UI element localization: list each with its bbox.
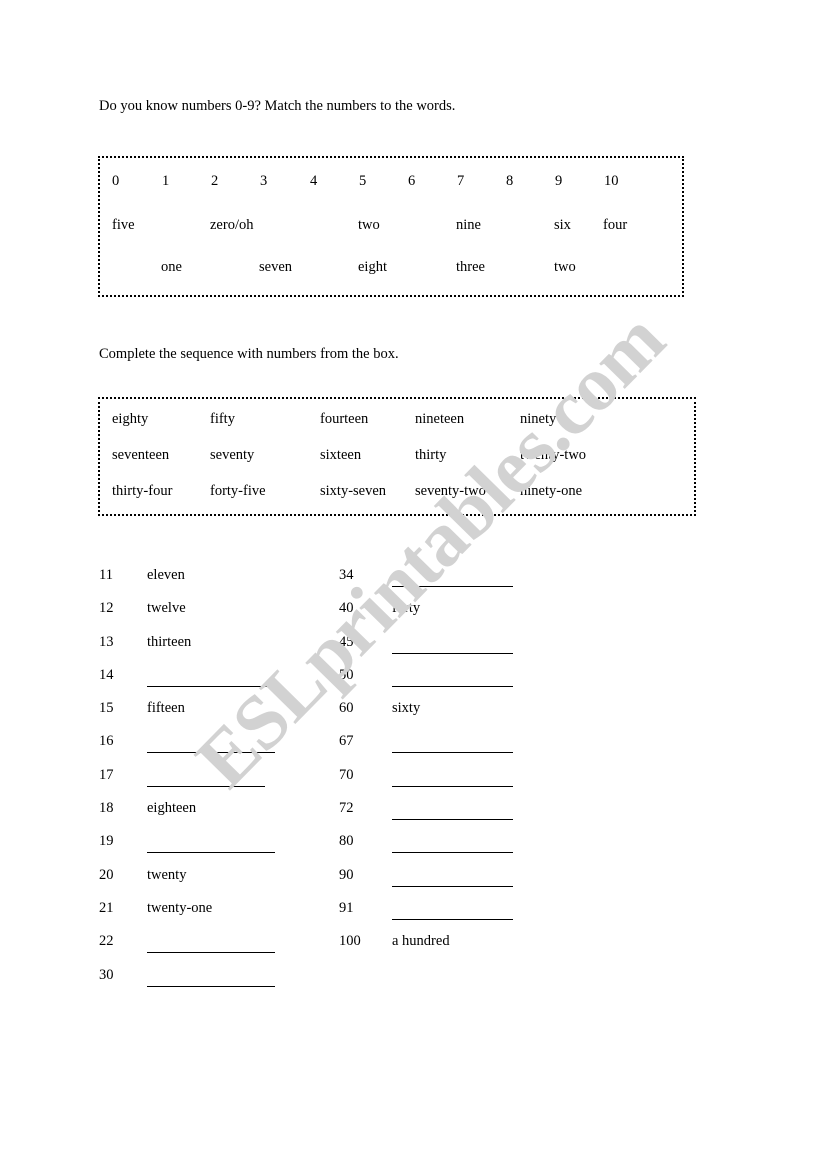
answer-blank[interactable] — [392, 586, 513, 587]
word-bank-item: seventy-two — [415, 483, 486, 499]
answer-blank[interactable] — [392, 785, 513, 787]
answer-blank[interactable] — [392, 652, 513, 654]
answer-blank[interactable] — [392, 685, 513, 687]
answer-blank[interactable] — [147, 952, 275, 954]
digit-3: 3 — [260, 173, 268, 189]
sequence-number: 15 — [99, 700, 114, 717]
sequence-number: 80 — [339, 833, 354, 850]
sequence-number: 100 — [339, 933, 361, 950]
word-zero-oh: zero/oh — [210, 217, 254, 233]
word-bank-item: fifty — [210, 411, 235, 427]
word-bank-item: forty-five — [210, 483, 266, 499]
answer-blank[interactable] — [392, 885, 513, 887]
word-bank-row: thirty-four forty-five sixty-seven seven… — [112, 483, 686, 500]
word-bank-box: eighty fifty fourteen nineteen ninety se… — [98, 397, 696, 516]
answer-blank[interactable] — [392, 752, 513, 754]
answer-blank[interactable] — [392, 918, 513, 920]
word-six: six — [554, 217, 571, 233]
word-four: four — [603, 217, 628, 233]
word-five: five — [112, 217, 135, 233]
sequence-number: 67 — [339, 733, 354, 750]
word-two-b: two — [554, 259, 576, 275]
sequence-number: 14 — [99, 666, 114, 683]
answer-blank[interactable] — [392, 852, 513, 854]
sequence-number: 45 — [339, 633, 354, 650]
digit-8: 8 — [506, 173, 514, 189]
word-bank-item: nineteen — [415, 411, 465, 427]
digit-5: 5 — [359, 173, 367, 189]
sequence-number: 40 — [339, 600, 354, 617]
sequence-number: 17 — [99, 766, 114, 783]
word-bank-item: seventy — [210, 447, 255, 463]
word-bank-row: seventeen seventy sixteen thirty twenty-… — [112, 447, 686, 464]
answer-blank[interactable] — [147, 752, 275, 754]
word-bank-item: ninety — [520, 411, 557, 427]
word-bank-item: ninety-one — [520, 483, 583, 499]
digit-9: 9 — [555, 173, 563, 189]
digit-7: 7 — [457, 173, 465, 189]
sequence-number: 12 — [99, 600, 114, 617]
word-bank-row: eighty fifty fourteen nineteen ninety — [112, 411, 686, 428]
word-bank-item: sixteen — [320, 447, 362, 463]
word-nine: nine — [456, 217, 481, 233]
answer-blank[interactable] — [147, 852, 275, 854]
word-bank-item: thirty — [415, 447, 447, 463]
sequence-word: fifteen — [147, 700, 185, 717]
digit-4: 4 — [310, 173, 318, 189]
digit-6: 6 — [408, 173, 416, 189]
word-bank-item: thirty-four — [112, 483, 173, 499]
sequence-number: 20 — [99, 866, 114, 883]
sequence-word: twenty-one — [147, 899, 213, 916]
sequence-number: 19 — [99, 833, 114, 850]
sequence-word: sixty — [392, 700, 421, 717]
sequence-number: 34 — [339, 567, 354, 583]
digit-0: 0 — [112, 173, 120, 189]
sequence-number: 50 — [339, 666, 354, 683]
answer-blank[interactable] — [392, 819, 513, 821]
sequence-word: twelve — [147, 600, 186, 617]
word-two-a: two — [358, 217, 380, 233]
sequence-number: 90 — [339, 866, 354, 883]
number-word-box: 0 1 2 3 4 5 6 7 8 9 10 five zero/oh two … — [98, 156, 684, 297]
word-bank-item: twenty-two — [520, 447, 587, 463]
sequence-word: thirteen — [147, 633, 192, 650]
sequence-number: 91 — [339, 899, 354, 916]
worksheet-page: ESLprintables.com Do you know numbers 0-… — [0, 0, 821, 1169]
sequence-number: 70 — [339, 766, 354, 783]
sequence-number: 72 — [339, 800, 354, 817]
instruction-match-numbers: Do you know numbers 0-9? Match the numbe… — [99, 98, 456, 114]
digit-1: 1 — [162, 173, 170, 189]
sequence-number: 18 — [99, 800, 114, 817]
sequence-word: eighteen — [147, 800, 197, 817]
word-bank-item: seventeen — [112, 447, 170, 463]
word-eight: eight — [358, 259, 387, 275]
answer-blank[interactable] — [147, 985, 275, 987]
sequence-word: eleven — [147, 567, 185, 583]
sequence-word: twenty — [147, 866, 187, 883]
sequence-number: 22 — [99, 933, 114, 950]
word-three: three — [456, 259, 485, 275]
sequence-word: a hundred — [392, 933, 450, 950]
answer-blank[interactable] — [147, 785, 265, 787]
digit-2: 2 — [211, 173, 219, 189]
word-one: one — [161, 259, 182, 275]
sequence-number: 30 — [99, 966, 114, 983]
word-bank-item: fourteen — [320, 411, 369, 427]
sequence-word: forty — [392, 600, 421, 617]
sequence-number: 21 — [99, 899, 114, 916]
word-seven: seven — [259, 259, 293, 275]
word-bank-item: sixty-seven — [320, 483, 387, 499]
instruction-complete-sequence: Complete the sequence with numbers from … — [99, 346, 399, 362]
sequence-number: 11 — [99, 567, 113, 583]
digit-10: 10 — [604, 173, 619, 189]
sequence-number: 16 — [99, 733, 114, 750]
answer-blank[interactable] — [147, 685, 275, 687]
sequence-number: 60 — [339, 700, 354, 717]
sequence-number: 13 — [99, 633, 114, 650]
word-bank-item: eighty — [112, 411, 149, 427]
